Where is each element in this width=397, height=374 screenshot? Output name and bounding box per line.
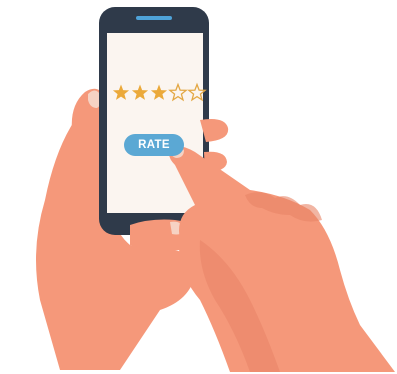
rate-button-background xyxy=(124,134,184,156)
illustration: RATE xyxy=(0,0,397,374)
hands-holding-phone-illustration xyxy=(36,7,395,372)
phone-speaker xyxy=(136,16,172,20)
